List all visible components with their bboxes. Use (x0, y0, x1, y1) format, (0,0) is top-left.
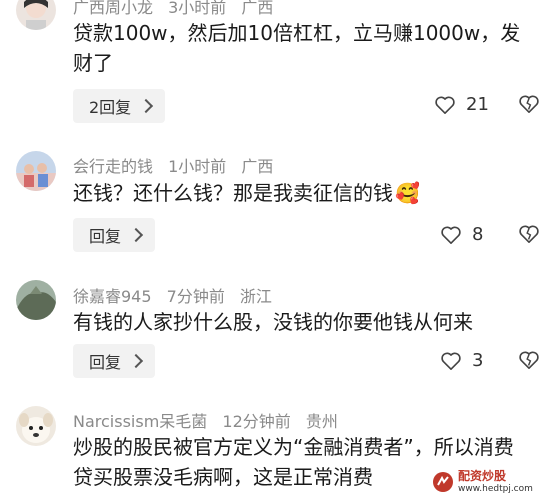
chevron-right-icon (139, 98, 154, 114)
like-count: 3 (472, 350, 484, 371)
comment-meta: 会行走的钱 1小时前 广西 (73, 153, 283, 177)
dislike-button[interactable] (518, 350, 540, 374)
timestamp: 12分钟前 (222, 412, 291, 431)
heart-icon (441, 226, 461, 244)
broken-heart-icon (519, 351, 539, 369)
logo-icon (433, 472, 453, 492)
watermark-url: www.hedtpj.com (458, 484, 533, 494)
comment-meta: 广西周小龙 3小时前 广西 (73, 0, 283, 18)
heart-icon (441, 352, 461, 370)
reply-label: 2回复 (89, 98, 132, 117)
like-count: 21 (466, 94, 489, 115)
reply-button[interactable]: 回复 (73, 344, 156, 378)
dislike-button[interactable] (518, 224, 540, 248)
like-count: 8 (472, 224, 484, 245)
timestamp: 7分钟前 (166, 287, 225, 306)
like-button[interactable]: 21 (434, 94, 489, 115)
username[interactable]: Narcissism呆毛菌 (73, 412, 207, 431)
username[interactable]: 会行走的钱 (73, 157, 153, 176)
comment-text: 有钱的人家抄什么股，没钱的你要他钱从何来 (73, 310, 473, 334)
dislike-button[interactable] (518, 94, 540, 118)
heart-icon (435, 96, 455, 114)
comment-text-body: 还钱？还什么钱？那是我卖征信的钱 (73, 181, 393, 205)
avatar[interactable] (16, 151, 56, 191)
timestamp: 3小时前 (168, 0, 227, 17)
region: 广西 (241, 0, 274, 17)
watermark-title: 配资炒股 (458, 469, 507, 483)
watermark: 配资炒股 www.hedtpj.com (432, 468, 542, 496)
avatar[interactable] (16, 280, 56, 320)
reply-label: 回复 (89, 227, 122, 246)
comment-meta: Narcissism呆毛菌 12分钟前 贵州 (73, 408, 348, 432)
broken-heart-icon (519, 225, 539, 243)
region: 贵州 (305, 412, 338, 431)
username[interactable]: 徐嘉睿945 (73, 287, 152, 306)
emoji: 🥰 (395, 181, 420, 205)
comment-text: 贷款100w，然后加10倍杠杠，立马赚1000w，发财了 (73, 21, 521, 75)
reply-button[interactable]: 2回复 (73, 89, 166, 123)
avatar[interactable] (16, 406, 56, 446)
timestamp: 1小时前 (168, 157, 227, 176)
chevron-right-icon (128, 353, 144, 369)
username[interactable]: 广西周小龙 (73, 0, 153, 17)
comment-meta: 徐嘉睿945 7分钟前 浙江 (73, 283, 282, 307)
comment-text: 还钱？还什么钱？那是我卖征信的钱 🥰 (73, 178, 533, 208)
reply-button[interactable]: 回复 (73, 218, 156, 252)
like-button[interactable]: 3 (440, 350, 483, 371)
reply-label: 回复 (89, 353, 122, 372)
chevron-right-icon (128, 227, 144, 243)
like-button[interactable]: 8 (440, 224, 483, 245)
avatar[interactable] (16, 0, 56, 30)
broken-heart-icon (519, 95, 539, 113)
region: 广西 (241, 157, 274, 176)
region: 浙江 (239, 287, 272, 306)
